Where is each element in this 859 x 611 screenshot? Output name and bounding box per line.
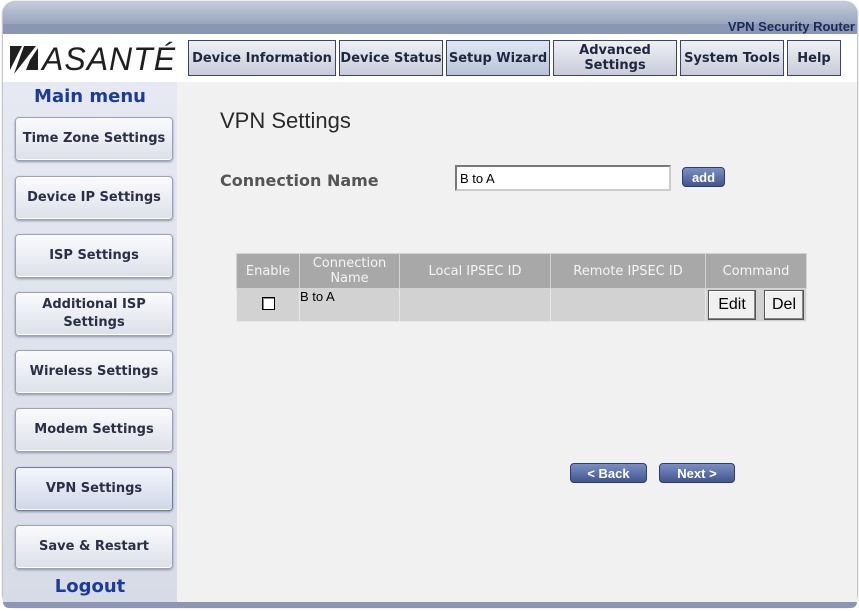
header-connection-name: Connection Name (299, 253, 400, 289)
logout-link[interactable]: Logout (3, 576, 177, 597)
main-menu-title: Main menu (34, 86, 146, 107)
enable-checkbox[interactable] (261, 296, 275, 310)
tab-setup-wizard[interactable]: Setup Wizard (446, 40, 550, 76)
add-button[interactable]: add (682, 167, 725, 187)
back-button[interactable]: < Back (570, 463, 647, 483)
connection-name-cell: B to A (299, 288, 400, 322)
tab-help[interactable]: Help (787, 40, 841, 76)
header-local-ipsec-id: Local IPSEC ID (399, 253, 551, 289)
svg-text:ASANTÉ: ASANTÉ (40, 41, 176, 77)
brand-logo: ASANTÉ (6, 36, 180, 80)
tab-system-tools[interactable]: System Tools (680, 40, 784, 76)
command-cell: Edit Del (705, 288, 807, 322)
remote-ipsec-id-cell (550, 288, 706, 322)
edit-button[interactable]: Edit (708, 290, 756, 320)
sidebar-item-device-ip[interactable]: Device IP Settings (15, 176, 173, 220)
header-command: Command (705, 253, 807, 289)
main-panel (177, 82, 857, 602)
sidebar-item-isp[interactable]: ISP Settings (15, 234, 173, 278)
window: VPN Security Router ASANTÉ Device Inform… (0, 0, 859, 611)
connection-name-label: Connection Name (220, 171, 379, 190)
main-nav: Device Information Device Status Setup W… (188, 40, 844, 78)
tab-device-status[interactable]: Device Status (339, 40, 443, 76)
local-ipsec-id-cell (399, 288, 551, 322)
window-bottom-edge (3, 602, 857, 608)
header-enable: Enable (236, 253, 300, 289)
table-header-row: Enable Connection Name Local IPSEC ID Re… (236, 253, 807, 289)
delete-button[interactable]: Del (764, 290, 804, 320)
sidebar-item-additional-isp[interactable]: Additional ISP Settings (15, 292, 173, 336)
vpn-connections-table: Enable Connection Name Local IPSEC ID Re… (236, 253, 807, 322)
sidebar-item-modem[interactable]: Modem Settings (15, 408, 173, 452)
sidebar-item-time-zone[interactable]: Time Zone Settings (15, 117, 173, 161)
page-title: VPN Settings (220, 108, 351, 133)
sidebar-item-vpn[interactable]: VPN Settings (15, 467, 173, 511)
sidebar-item-save-restart[interactable]: Save & Restart (15, 525, 173, 569)
enable-cell (236, 288, 300, 322)
header-remote-ipsec-id: Remote IPSEC ID (550, 253, 706, 289)
product-name: VPN Security Router (727, 19, 855, 34)
sidebar-item-wireless[interactable]: Wireless Settings (15, 350, 173, 394)
tab-advanced-settings[interactable]: Advanced Settings (553, 40, 677, 76)
next-button[interactable]: Next > (659, 463, 735, 483)
table-row: B to A Edit Del (236, 288, 807, 322)
connection-name-input[interactable] (455, 165, 671, 191)
tab-device-information[interactable]: Device Information (188, 40, 336, 76)
